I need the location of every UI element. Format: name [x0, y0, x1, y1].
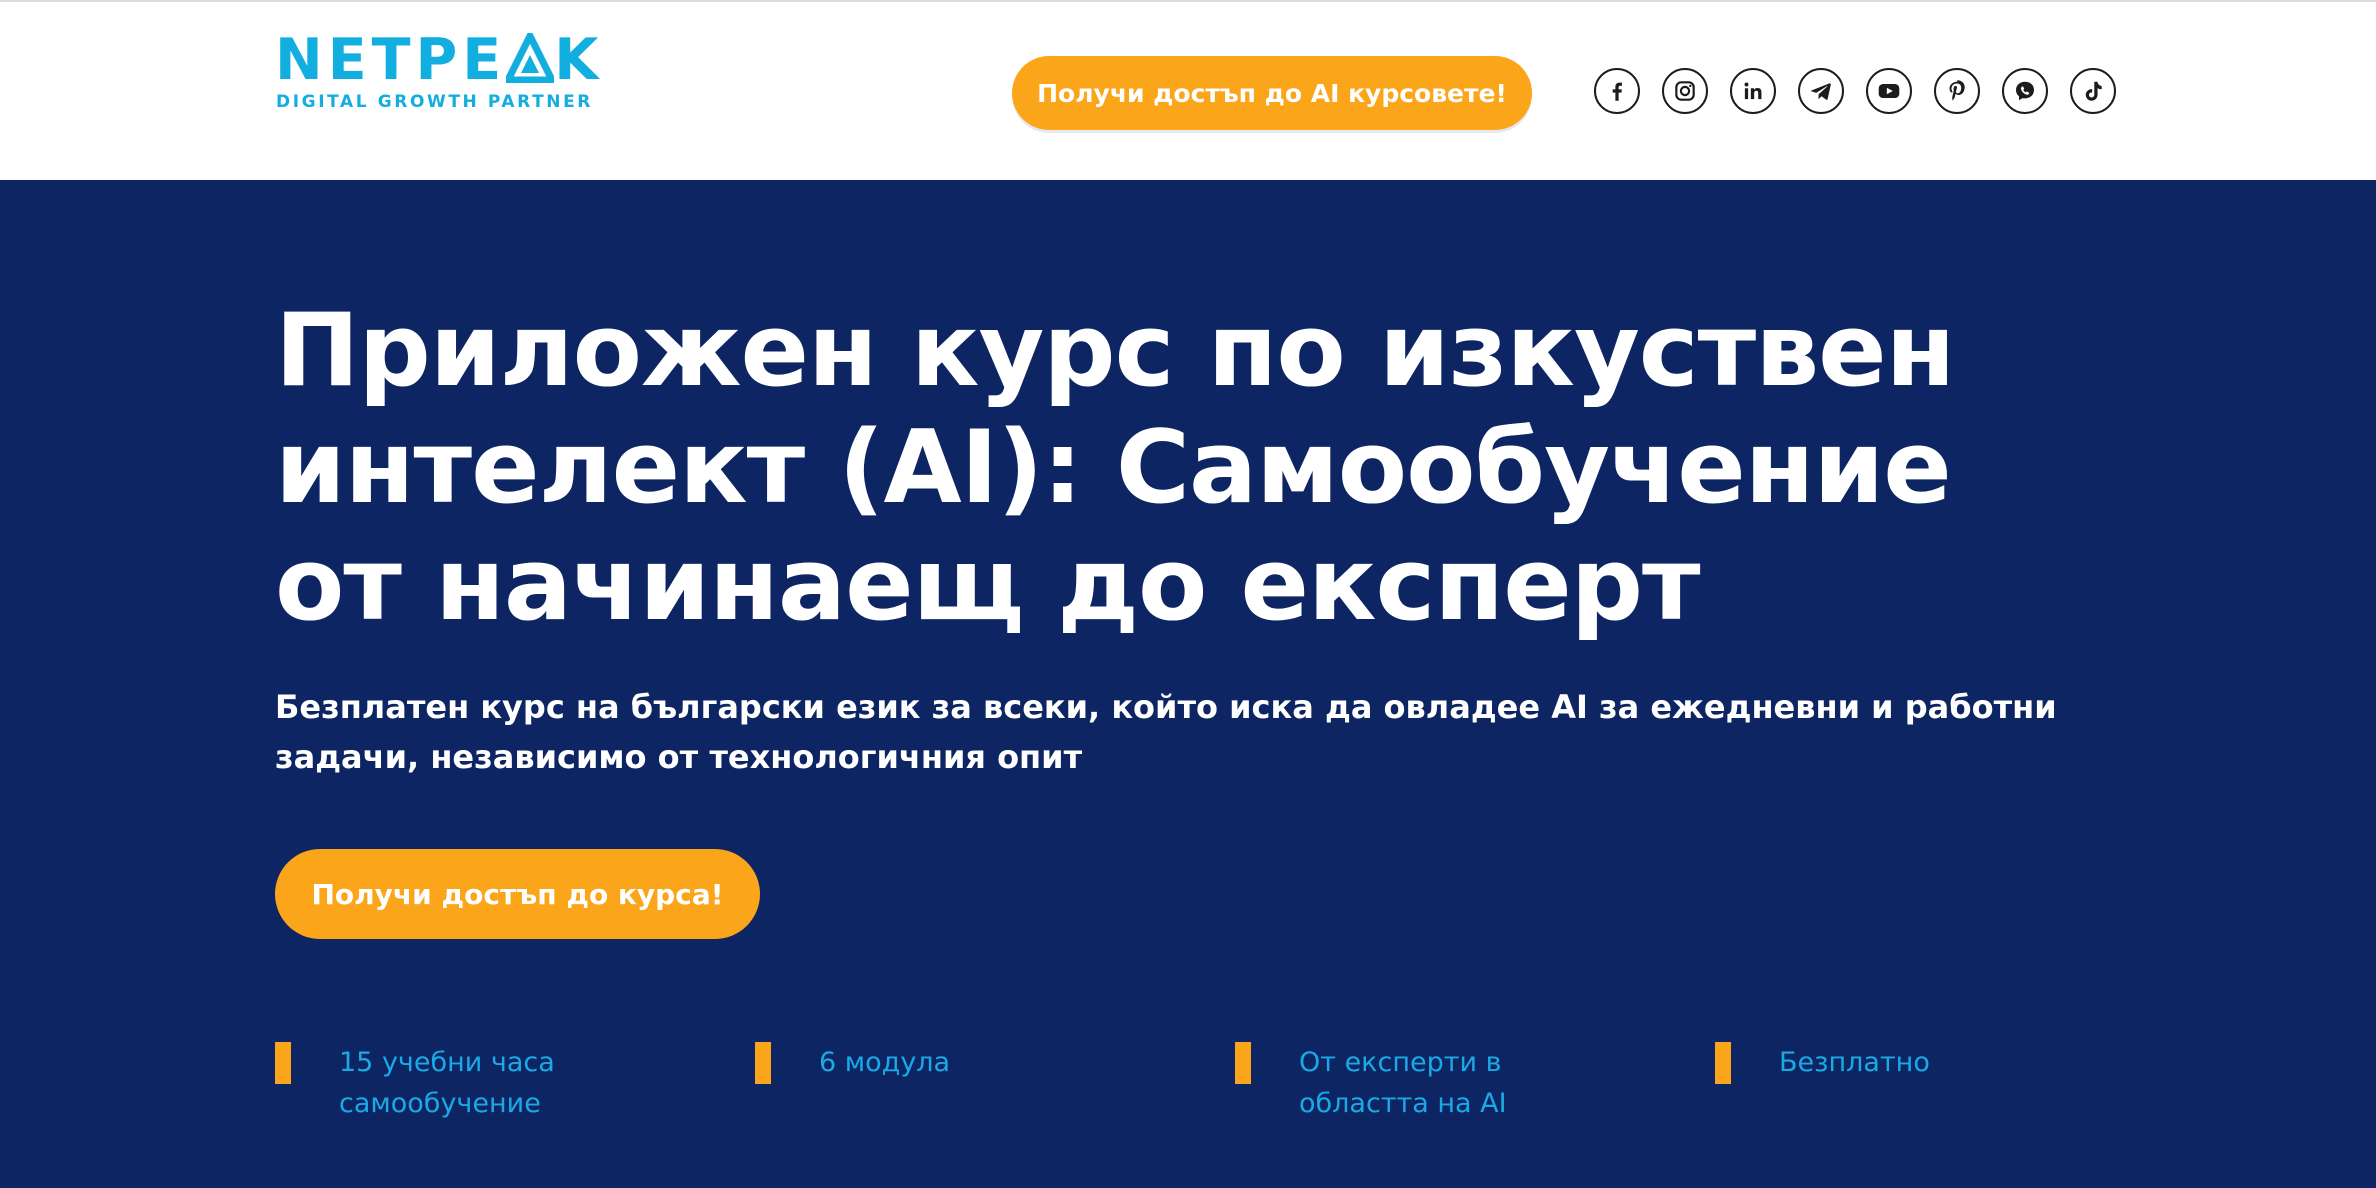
pinterest-link[interactable] [1934, 68, 1980, 114]
header-access-ai-courses-button[interactable]: Получи достъп до AI курсовете! [1012, 56, 1532, 130]
course-features: 15 учебни часа самообучение 6 модула От … [275, 1042, 2175, 1152]
hero-access-course-button[interactable]: Получи достъп до курса! [275, 849, 760, 939]
hero-section: Приложен курс по изкуствен интелект (AI)… [0, 180, 2376, 1188]
feature-text: 15 учебни часа самообучение [339, 1042, 629, 1124]
hero-subtitle-line-2: задачи, независимо от технологичния опит [275, 738, 1083, 776]
feature-text-line: 15 учебни часа [339, 1047, 555, 1078]
logo-word-suffix: K [554, 27, 604, 93]
hero-title-line-3: от начинаещ до експерт [275, 525, 1701, 643]
pinterest-icon [1949, 80, 1965, 101]
site-header: NETPE K DIGITAL GROWTH PARTNER Получи дос… [0, 0, 2376, 180]
feature-text: 6 модула [819, 1042, 1109, 1083]
feature-marker [275, 1042, 291, 1084]
linkedin-link[interactable] [1730, 68, 1776, 114]
netpeak-logo[interactable]: NETPE K DIGITAL GROWTH PARTNER [275, 28, 598, 118]
tiktok-icon [2085, 81, 2102, 101]
tiktok-link[interactable] [2070, 68, 2116, 114]
facebook-icon [1612, 82, 1622, 101]
feature-text: От експерти в областта на AI [1299, 1042, 1589, 1124]
viber-icon [2016, 81, 2034, 101]
hero-title-line-2: интелект (AI): Самообучение [275, 408, 1952, 526]
feature-marker [1235, 1042, 1251, 1084]
feature-marker [755, 1042, 771, 1084]
hero-title-line-1: Приложен курс по изкуствен [275, 291, 1955, 409]
instagram-icon [1675, 81, 1695, 101]
facebook-link[interactable] [1594, 68, 1640, 114]
feature-text-line: Безплатно [1779, 1047, 1930, 1078]
telegram-link[interactable] [1798, 68, 1844, 114]
viber-link[interactable] [2002, 68, 2048, 114]
feature-text-line: 6 модула [819, 1047, 951, 1078]
hero-subtitle-line-1: Безплатен курс на български език за всек… [275, 688, 2057, 726]
logo-wordmark: NETPE K [275, 28, 603, 92]
feature-text-line: самообучение [339, 1088, 541, 1119]
telegram-icon [1810, 83, 1831, 100]
hero-title: Приложен курс по изкуствен интелект (AI)… [275, 292, 2235, 643]
feature-text-line: От експерти в [1299, 1047, 1502, 1078]
youtube-link[interactable] [1866, 68, 1912, 114]
instagram-link[interactable] [1662, 68, 1708, 114]
youtube-icon [1878, 83, 1900, 99]
logo-tagline: DIGITAL GROWTH PARTNER [276, 92, 593, 112]
social-links [1594, 68, 2116, 118]
feature-text: Безплатно [1779, 1042, 2069, 1083]
logo-a-triangle-icon [506, 33, 555, 83]
feature-marker [1715, 1042, 1731, 1084]
hero-subtitle: Безплатен курс на български език за всек… [275, 682, 2155, 782]
feature-text-line: областта на AI [1299, 1088, 1507, 1119]
linkedin-icon [1744, 82, 1762, 100]
logo-word-prefix: NETPE [275, 27, 507, 93]
